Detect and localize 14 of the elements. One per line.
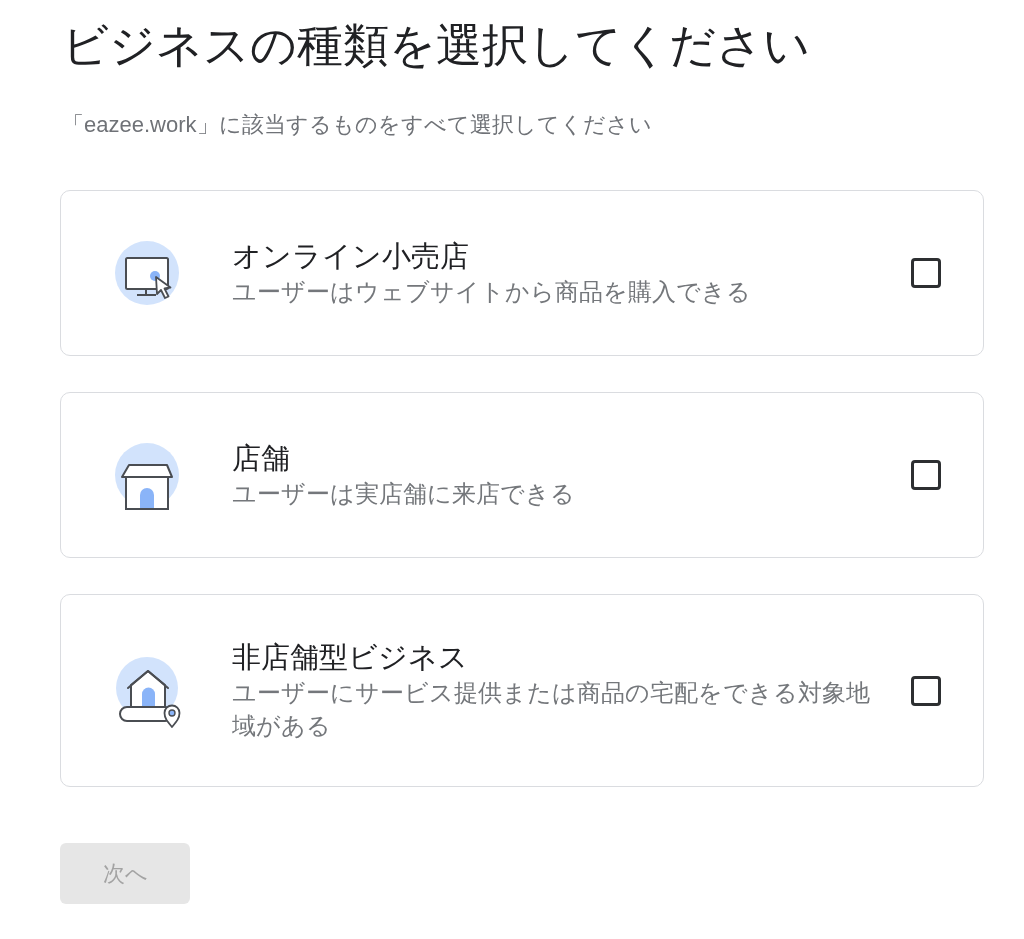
option-card[interactable]: 店舗 ユーザーは実店舗に来店できる [60, 392, 984, 558]
option-card[interactable]: オンライン小売店 ユーザーはウェブサイトから商品を購入できる [60, 190, 984, 356]
option-description: ユーザーは実店舗に来店できる [232, 479, 576, 509]
page-heading: ビジネスの種類を選択してください [62, 18, 810, 73]
checkbox[interactable] [911, 675, 941, 706]
page-subheading: 「eazee.work」に該当するものをすべて選択してください [62, 111, 652, 139]
option-title: 店舗 [232, 441, 291, 476]
option-description: ユーザーにサービス提供または商品の宅配をできる対象地域がある [232, 678, 871, 741]
checkbox[interactable] [911, 460, 941, 490]
option-title: 非店舗型ビジネス [232, 640, 469, 675]
option-card[interactable]: 非店舗型ビジネス ユーザーにサービス提供または商品の宅配をできる対象地域がある [60, 594, 984, 787]
option-description: ユーザーはウェブサイトから商品を購入できる [232, 277, 752, 307]
checkbox[interactable] [911, 258, 941, 288]
option-title: オンライン小売店 [232, 239, 470, 274]
